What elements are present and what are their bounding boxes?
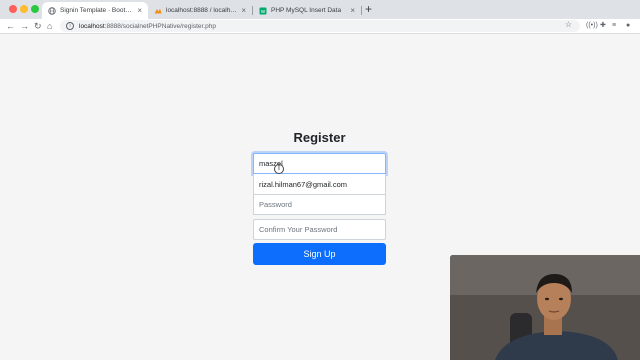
svg-text:w: w — [260, 9, 265, 15]
back-arrow-icon[interactable]: ← — [6, 20, 15, 32]
confirm-password-input[interactable] — [253, 219, 386, 240]
tab-title: Signin Template · Bootstrap v5. — [60, 7, 133, 14]
globe-icon — [48, 6, 56, 15]
profile-avatar-icon[interactable]: ● — [626, 21, 630, 31]
media-control-icon[interactable]: ≡ — [612, 21, 616, 31]
forward-arrow-icon[interactable]: → — [20, 20, 29, 32]
register-heading: Register — [293, 130, 346, 145]
close-icon[interactable]: × — [241, 6, 246, 15]
phpmyadmin-icon — [154, 7, 162, 15]
browser-tab-signin[interactable]: Signin Template · Bootstrap v5. × — [42, 2, 148, 19]
w3schools-icon: w — [259, 7, 267, 15]
text-cursor-icon: I — [274, 164, 284, 174]
close-icon[interactable]: × — [137, 6, 142, 15]
browser-toolbar: ← → ↻ ⌂ i localhost:8888/socialnetPHPNat… — [0, 19, 640, 34]
password-input[interactable] — [253, 194, 386, 215]
home-icon[interactable]: ⌂ — [47, 20, 52, 32]
browser-tab-php-mysql[interactable]: w PHP MySQL Insert Data × — [253, 2, 361, 19]
sign-up-button[interactable]: Sign Up — [253, 243, 386, 265]
address-host: localhost — [79, 22, 105, 30]
window-minimize-button[interactable] — [20, 5, 28, 13]
reload-icon[interactable]: ↻ — [34, 20, 42, 32]
email-input[interactable] — [253, 174, 386, 195]
tab-title: PHP MySQL Insert Data — [271, 7, 342, 14]
browser-tab-phpmyadmin[interactable]: localhost:8888 / localhost / so × — [148, 2, 252, 19]
username-input[interactable] — [253, 153, 386, 174]
browser-tab-strip: Signin Template · Bootstrap v5. × localh… — [0, 0, 640, 19]
window-maximize-button[interactable] — [31, 5, 39, 13]
window-close-button[interactable] — [9, 5, 17, 13]
cast-icon[interactable]: ((•)) — [586, 21, 598, 31]
site-info-icon[interactable]: i — [66, 22, 74, 30]
tab-divider — [361, 6, 362, 15]
bookmark-star-icon[interactable]: ☆ — [565, 20, 572, 29]
address-path: :8888/socialnetPHPNative/register.php — [104, 22, 216, 30]
tab-title: localhost:8888 / localhost / so — [166, 7, 238, 14]
extensions-icon[interactable]: ✚ — [600, 21, 606, 31]
webcam-overlay — [450, 255, 640, 360]
close-icon[interactable]: × — [350, 6, 355, 15]
address-bar[interactable]: i localhost:8888/socialnetPHPNative/regi… — [60, 20, 580, 32]
presenter-video — [450, 255, 640, 360]
new-tab-button[interactable]: + — [365, 2, 372, 17]
